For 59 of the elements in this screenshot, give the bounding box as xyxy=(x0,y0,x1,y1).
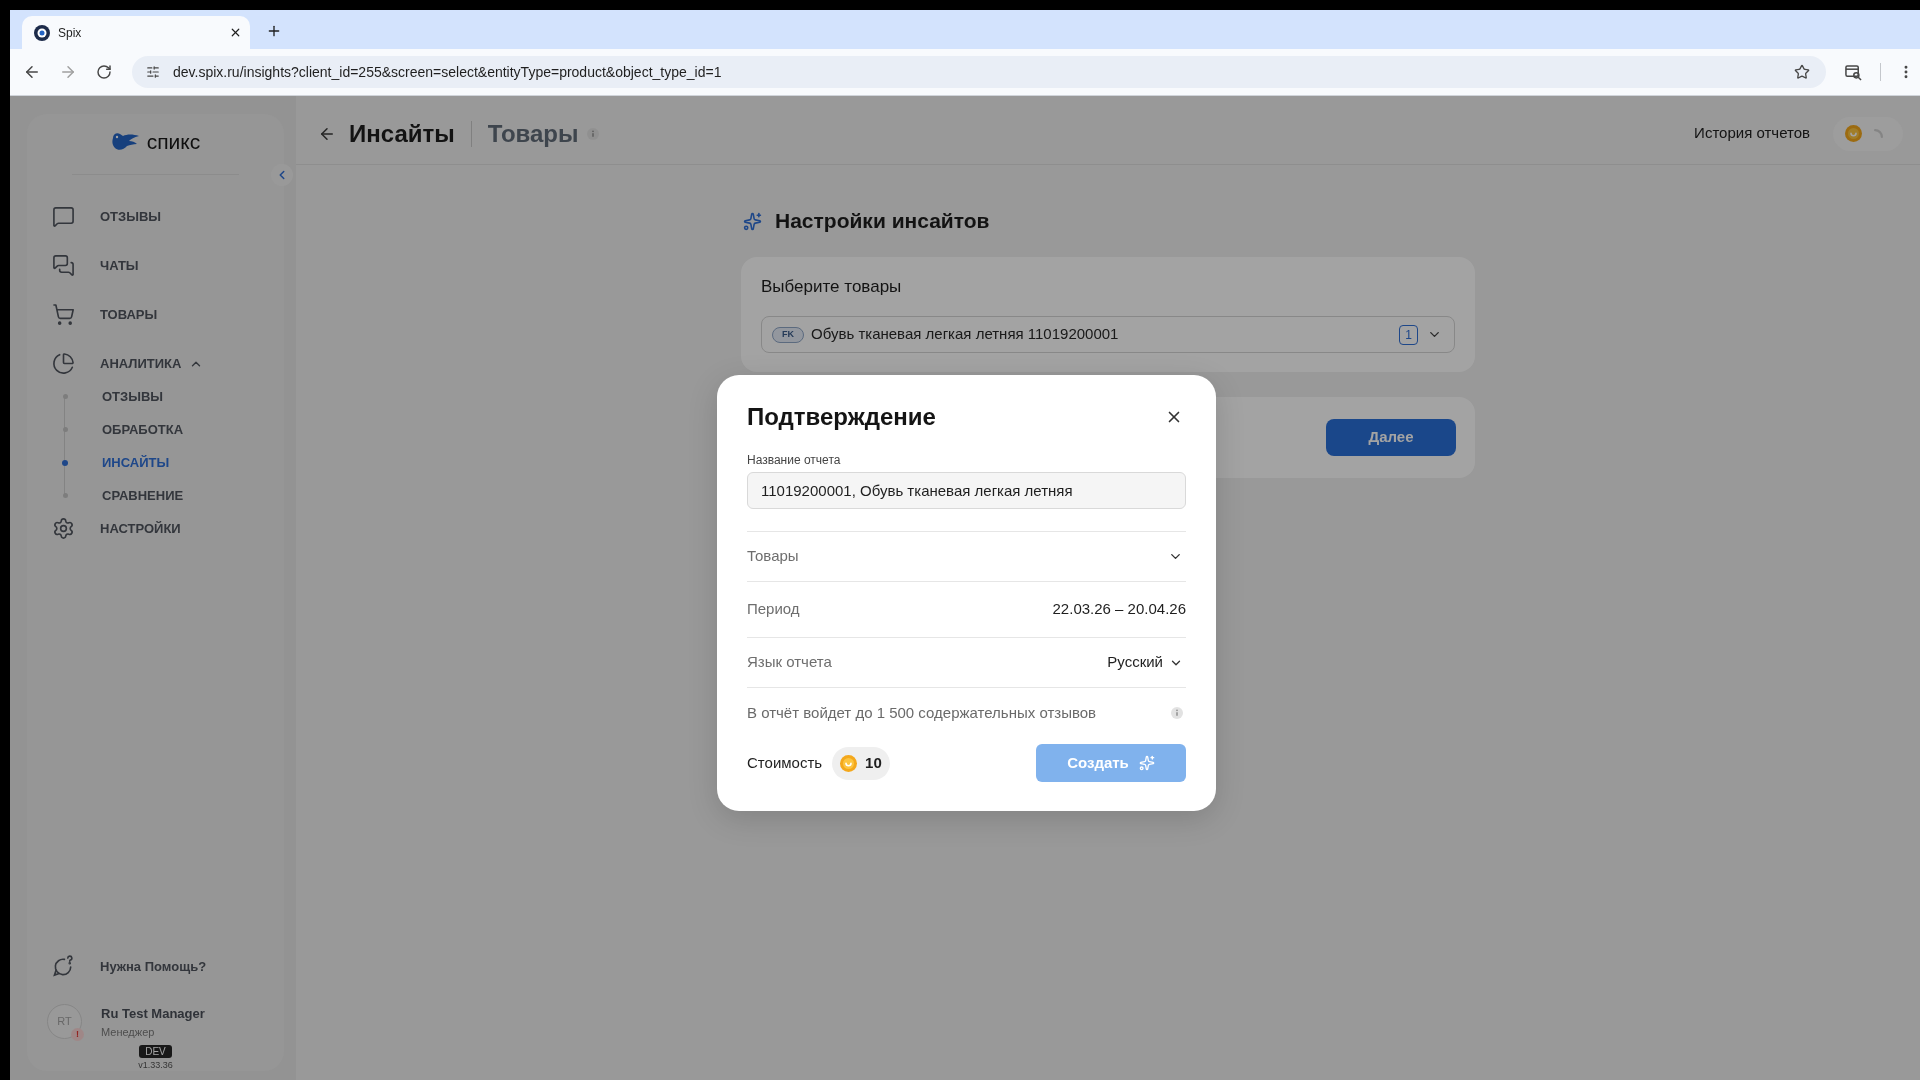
sliders-icon xyxy=(146,65,160,79)
report-history-link[interactable]: История отчетов xyxy=(1694,122,1810,145)
dialog-title: Подтверждение xyxy=(747,402,936,432)
nav-item[interactable]: ЧАТЫ xyxy=(52,249,139,282)
next-button[interactable]: Далее xyxy=(1326,419,1456,456)
pie-chart-icon xyxy=(52,352,75,375)
cart-icon xyxy=(52,303,75,326)
sparkles-icon xyxy=(743,211,762,231)
marketplace-chip: FK xyxy=(772,326,804,343)
star-icon xyxy=(1794,64,1810,80)
products-label: Выберите товары xyxy=(761,276,903,298)
nav-sub-item[interactable]: ИНСАЙТЫ xyxy=(102,452,170,473)
coin-icon xyxy=(1845,125,1862,142)
field-label: Название отчета xyxy=(747,452,842,468)
note-text: В отчёт войдет до 1 500 содержательных отзывов xyxy=(747,702,1097,723)
favicon-icon xyxy=(34,24,50,41)
page-subtitle: Товары xyxy=(487,118,579,149)
field-label: Период xyxy=(747,599,800,620)
nav-sub-item[interactable]: ОТЗЫВЫ xyxy=(102,386,164,407)
speech-bubble-icon xyxy=(52,205,75,228)
nav-item[interactable]: НАСТРОЙКИ xyxy=(52,512,181,545)
bird-logo-icon xyxy=(110,132,139,152)
plus-icon xyxy=(266,23,282,39)
field-label: Язык отчета xyxy=(747,652,832,673)
nav-sub-item[interactable]: ОБРАБОТКА xyxy=(102,419,184,440)
alert-badge: ! xyxy=(71,1028,84,1041)
user-role: Менеджер xyxy=(101,1024,156,1039)
report-name-input[interactable]: 11019200001, Обувь тканевая легкая летняя xyxy=(747,472,1186,509)
nav-item[interactable]: ТОВАРЫ xyxy=(52,298,158,331)
count-badge: 1 xyxy=(1399,324,1418,345)
url-text: dev.spix.ru/insights?client_id=255&screen=select&entityType=product&object_type_id=1 xyxy=(173,62,722,82)
nav-sub-item[interactable]: СРАВНЕНИЕ xyxy=(102,485,184,506)
address-bar[interactable]: dev.spix.ru/insights?client_id=255&screen=select&entityType=product&object_type_id=1 xyxy=(132,56,1826,88)
arrow-right-icon xyxy=(59,63,77,81)
help-icon xyxy=(52,955,75,978)
browser-tab[interactable]: Spix xyxy=(22,16,250,49)
nav-item[interactable]: АНАЛИТИКА xyxy=(52,347,204,380)
info-icon xyxy=(1171,707,1183,719)
tab-search-icon xyxy=(1844,63,1862,81)
logo-text: спикс xyxy=(146,131,201,153)
help-link[interactable]: Нужна Помощь? xyxy=(52,950,207,983)
language-select[interactable]: Русский xyxy=(1107,651,1186,674)
cost-amount: 10 xyxy=(865,752,882,773)
settings-icon xyxy=(52,517,75,540)
user-name: Ru Test Manager xyxy=(101,1004,205,1022)
sparkles-icon xyxy=(1138,755,1155,771)
coin-icon xyxy=(840,754,858,772)
info-icon xyxy=(586,127,599,140)
env-badge: DEV xyxy=(139,1045,172,1058)
page-title: Инсайты xyxy=(349,118,455,149)
section-title: Настройки инсайтов xyxy=(775,208,990,235)
nav-item[interactable]: ОТЗЫВЫ xyxy=(52,200,162,233)
chat-bubbles-icon xyxy=(52,254,75,277)
product-select[interactable]: FK Обувь тканевая легкая летняя 11019200001 1 xyxy=(761,316,1455,353)
cost-label: Стоимость xyxy=(747,752,823,773)
version-text: v1.33.36 xyxy=(138,1059,173,1071)
field-value: 22.03.26 – 20.04.26 xyxy=(1052,599,1186,620)
products-collapse[interactable]: Товары xyxy=(747,532,1186,581)
reload-icon xyxy=(96,64,112,80)
